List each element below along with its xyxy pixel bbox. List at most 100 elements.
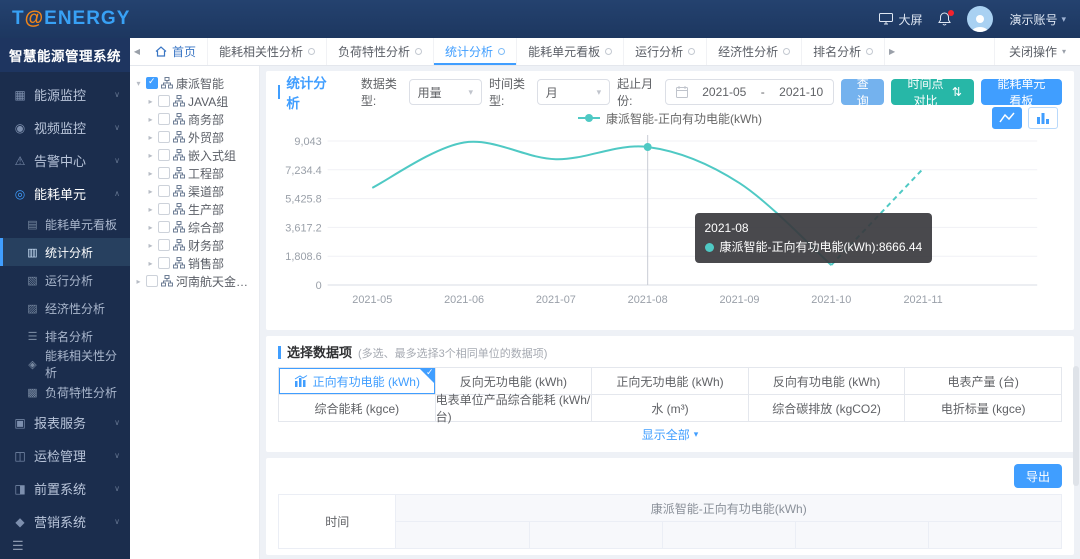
tab-status-icon[interactable] [866, 48, 873, 55]
bar-chart-toggle[interactable] [1028, 107, 1058, 129]
sidebar-subitem[interactable]: ▩ 负荷特性分析 [0, 378, 130, 406]
sidebar-item-icon: ◆ [13, 515, 27, 529]
tree-checkbox[interactable] [158, 167, 170, 179]
tab-status-icon[interactable] [308, 48, 315, 55]
tree-checkbox[interactable] [158, 149, 170, 161]
tree-checkbox[interactable] [158, 221, 170, 233]
query-button[interactable]: 查询 [841, 79, 884, 105]
caret-right-icon[interactable]: ▸ [146, 223, 155, 232]
tab[interactable]: 能耗相关性分析 [208, 38, 327, 65]
tree-node[interactable]: ▸ JAVA组 [134, 92, 257, 110]
sidebar-subitem[interactable]: ▤ 能耗单元看板 [0, 210, 130, 238]
tree-checkbox[interactable] [158, 185, 170, 197]
caret-right-icon[interactable]: ▸ [146, 151, 155, 160]
tab-status-icon[interactable] [498, 48, 505, 55]
sidebar-item[interactable]: ◆ 营销系统 ∨ [0, 505, 130, 533]
tree-checkbox[interactable] [158, 257, 170, 269]
time-type-select[interactable]: 月▾ [537, 79, 610, 105]
tree-node-root[interactable]: ▾ 康派智能 [134, 74, 257, 92]
data-type-select[interactable]: 用量▾ [409, 79, 482, 105]
sidebar-subitem[interactable]: ▧ 运行分析 [0, 266, 130, 294]
data-item-cell[interactable]: 电表单位产品综合能耗 (kWh/台) [436, 395, 593, 422]
tree-checkbox[interactable] [158, 113, 170, 125]
month-range-picker[interactable]: 2021-05 - 2021-10 [665, 79, 834, 105]
tab-status-icon[interactable] [605, 48, 612, 55]
caret-right-icon[interactable]: ▸ [146, 205, 155, 214]
range-end-value[interactable]: 2021-10 [779, 85, 823, 99]
data-item-cell[interactable]: 综合碳排放 (kgCO2) [749, 395, 906, 422]
tree-checkbox[interactable] [146, 77, 158, 89]
tree-checkbox[interactable] [158, 95, 170, 107]
data-item-cell[interactable]: 正向有功电能 (kWh) [279, 368, 436, 395]
tab[interactable]: 统计分析 [434, 38, 517, 65]
tree-node[interactable]: ▸ 工程部 [134, 164, 257, 182]
account-menu[interactable]: 演示账号 ▾ [1009, 11, 1066, 28]
tree-checkbox[interactable] [146, 275, 158, 287]
tree-node[interactable]: ▸ 商务部 [134, 110, 257, 128]
tab-home[interactable]: 首页 [144, 38, 208, 65]
line-chart-toggle[interactable] [992, 107, 1022, 129]
tab[interactable]: 能耗单元看板 [517, 38, 624, 65]
sidebar-item[interactable]: ◎ 能耗单元 ∧ [0, 177, 130, 210]
data-item-cell[interactable]: 电表产量 (台) [905, 368, 1062, 395]
time-compare-button[interactable]: 时间点对比⇅ [891, 79, 974, 105]
tab[interactable]: 运行分析 [624, 38, 707, 65]
notifications-button[interactable] [938, 12, 951, 26]
caret-right-icon[interactable]: ▸ [146, 259, 155, 268]
tabs-scroll-right-icon[interactable]: ▶ [885, 38, 899, 65]
caret-right-icon[interactable]: ▸ [146, 115, 155, 124]
sidebar-item[interactable]: ◨ 前置系统 ∨ [0, 472, 130, 505]
data-item-cell[interactable]: 电折标量 (kgce) [905, 395, 1062, 422]
tabs-scroll-left-icon[interactable]: ◀ [130, 38, 144, 65]
tree-node[interactable]: ▸ 渠道部 [134, 182, 257, 200]
close-operations-menu[interactable]: 关闭操作 ▾ [994, 38, 1080, 65]
sidebar-item[interactable]: ▦ 能源监控 ∨ [0, 78, 130, 111]
sidebar-subitem[interactable]: ☰ 排名分析 [0, 322, 130, 350]
caret-right-icon[interactable]: ▸ [146, 133, 155, 142]
tree-checkbox[interactable] [158, 131, 170, 143]
tree-checkbox[interactable] [158, 203, 170, 215]
tab[interactable]: 负荷特性分析 [327, 38, 434, 65]
scrollbar-thumb[interactable] [1073, 366, 1079, 486]
caret-right-icon[interactable]: ▸ [146, 241, 155, 250]
big-screen-button[interactable]: 大屏 [879, 11, 922, 28]
show-all-button[interactable]: 显示全部 ▾ [278, 422, 1062, 446]
sidebar-subitem[interactable]: ▨ 经济性分析 [0, 294, 130, 322]
data-item-cell[interactable]: 综合能耗 (kgce) [279, 395, 436, 422]
tree-checkbox[interactable] [158, 239, 170, 251]
sidebar-item[interactable]: ⚠ 告警中心 ∨ [0, 144, 130, 177]
sidebar-item[interactable]: ▣ 报表服务 ∨ [0, 406, 130, 439]
tab-status-icon[interactable] [688, 48, 695, 55]
tree-node[interactable]: ▸ 生产部 [134, 200, 257, 218]
tree-node[interactable]: ▸ 嵌入式组 [134, 146, 257, 164]
tab[interactable]: 排名分析 [802, 38, 885, 65]
data-item-cell[interactable]: 反向有功电能 (kWh) [749, 368, 906, 395]
legend-item[interactable]: 康派智能-正向有功电能(kWh) [578, 110, 762, 127]
avatar[interactable] [967, 6, 993, 32]
unit-board-button[interactable]: 能耗单元看板 [981, 79, 1062, 105]
tree-node[interactable]: ▸ 外贸部 [134, 128, 257, 146]
svg-text:2021-08: 2021-08 [628, 294, 668, 306]
range-start-value[interactable]: 2021-05 [702, 85, 746, 99]
account-label: 演示账号 [1009, 11, 1057, 28]
caret-right-icon[interactable]: ▸ [134, 277, 143, 286]
sidebar-subitem[interactable]: ◈ 能耗相关性分析 [0, 350, 130, 378]
tree-node[interactable]: ▸ 财务部 [134, 236, 257, 254]
caret-right-icon[interactable]: ▸ [146, 187, 155, 196]
sidebar-item[interactable]: ◫ 运检管理 ∨ [0, 439, 130, 472]
data-item-cell[interactable]: 正向无功电能 (kWh) [592, 368, 749, 395]
tab-status-icon[interactable] [415, 48, 422, 55]
caret-down-icon[interactable]: ▾ [134, 79, 143, 88]
tree-node[interactable]: ▸ 综合部 [134, 218, 257, 236]
tree-node-root2[interactable]: ▸ 河南航天金穗电子有 [134, 272, 257, 290]
export-button[interactable]: 导出 [1014, 464, 1062, 488]
sidebar-item[interactable]: ◉ 视频监控 ∨ [0, 111, 130, 144]
sidebar-collapse-button[interactable]: ☰ [0, 533, 130, 559]
caret-right-icon[interactable]: ▸ [146, 169, 155, 178]
tab-status-icon[interactable] [783, 48, 790, 55]
tree-node[interactable]: ▸ 销售部 [134, 254, 257, 272]
data-item-cell[interactable]: 水 (m³) [592, 395, 749, 422]
caret-right-icon[interactable]: ▸ [146, 97, 155, 106]
sidebar-subitem[interactable]: ▥ 统计分析 [0, 238, 130, 266]
tab[interactable]: 经济性分析 [707, 38, 802, 65]
